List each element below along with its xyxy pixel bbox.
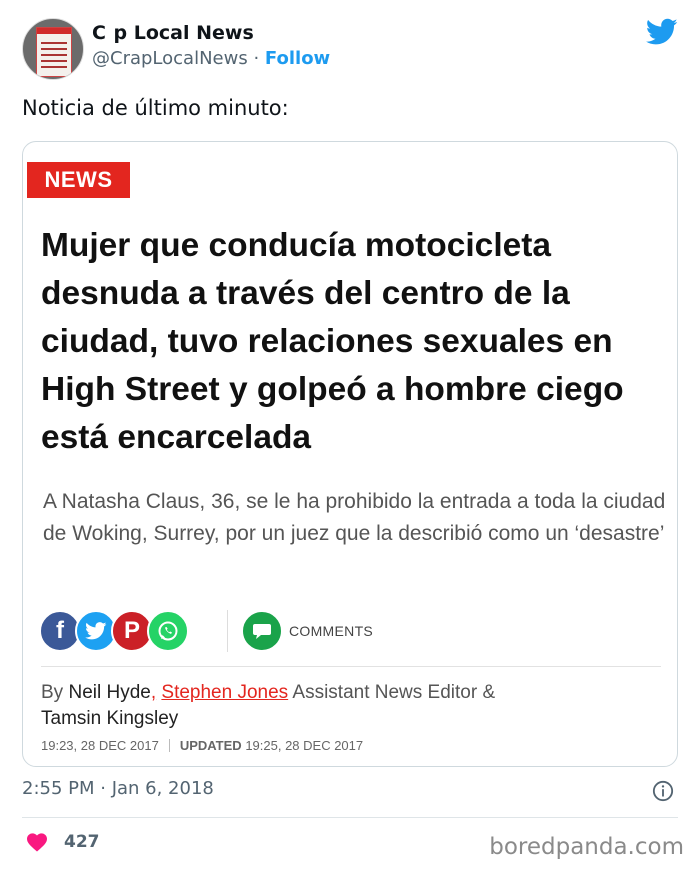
updated-date: 19:25, 28 DEC 2017 — [245, 738, 364, 753]
newspaper-sign-image — [36, 27, 72, 77]
tweet-text: Noticia de último minuto: — [22, 96, 289, 120]
divider — [41, 666, 661, 667]
watermark: boredpanda.com — [489, 834, 684, 860]
like-count[interactable]: 427 — [64, 832, 100, 852]
article-card[interactable]: NEWS Mujer que conducía motocicleta desn… — [22, 141, 678, 767]
news-badge: NEWS — [27, 162, 130, 198]
author-stephen-jones[interactable]: Stephen Jones — [161, 682, 288, 703]
published-date: 19:23, 28 DEC 2017 — [41, 738, 159, 753]
handle[interactable]: @CrapLocalNews — [92, 48, 248, 69]
tweet-header: C p Local News @CrapLocalNews · Follow — [22, 18, 678, 80]
comments-link[interactable]: COMMENTS — [289, 623, 373, 639]
author-neil-hyde[interactable]: Neil Hyde — [68, 682, 150, 703]
divider — [227, 610, 228, 652]
byline-comma: , — [150, 682, 157, 703]
whatsapp-icon[interactable] — [147, 610, 189, 652]
twitter-bird-icon[interactable] — [646, 18, 678, 46]
share-row: f P COMMENTS — [39, 610, 669, 654]
article-headline[interactable]: Mujer que conducía motocicleta desnuda a… — [41, 222, 661, 462]
updated-label: UPDATED — [179, 738, 242, 753]
article-dates: 19:23, 28 DEC 2017 UPDATED 19:25, 28 DEC … — [41, 738, 363, 753]
display-name[interactable]: C p Local News — [92, 22, 330, 44]
author-role: Assistant News Editor & — [292, 682, 496, 703]
divider — [22, 817, 678, 818]
byline: By Neil Hyde, Stephen Jones Assistant Ne… — [41, 680, 661, 732]
separator: · — [253, 48, 260, 69]
info-icon[interactable] — [652, 780, 674, 802]
tweet-timestamp[interactable]: 2:55 PM · Jan 6, 2018 — [22, 778, 214, 799]
article-summary: A Natasha Claus, 36, se le ha prohibido … — [43, 490, 666, 545]
author-tamsin-kingsley[interactable]: Tamsin Kingsley — [41, 708, 178, 729]
avatar[interactable] — [22, 18, 84, 80]
byline-prefix: By — [41, 682, 64, 703]
comments-icon[interactable] — [241, 610, 283, 652]
heart-icon[interactable] — [26, 832, 48, 852]
follow-button[interactable]: Follow — [265, 48, 330, 69]
